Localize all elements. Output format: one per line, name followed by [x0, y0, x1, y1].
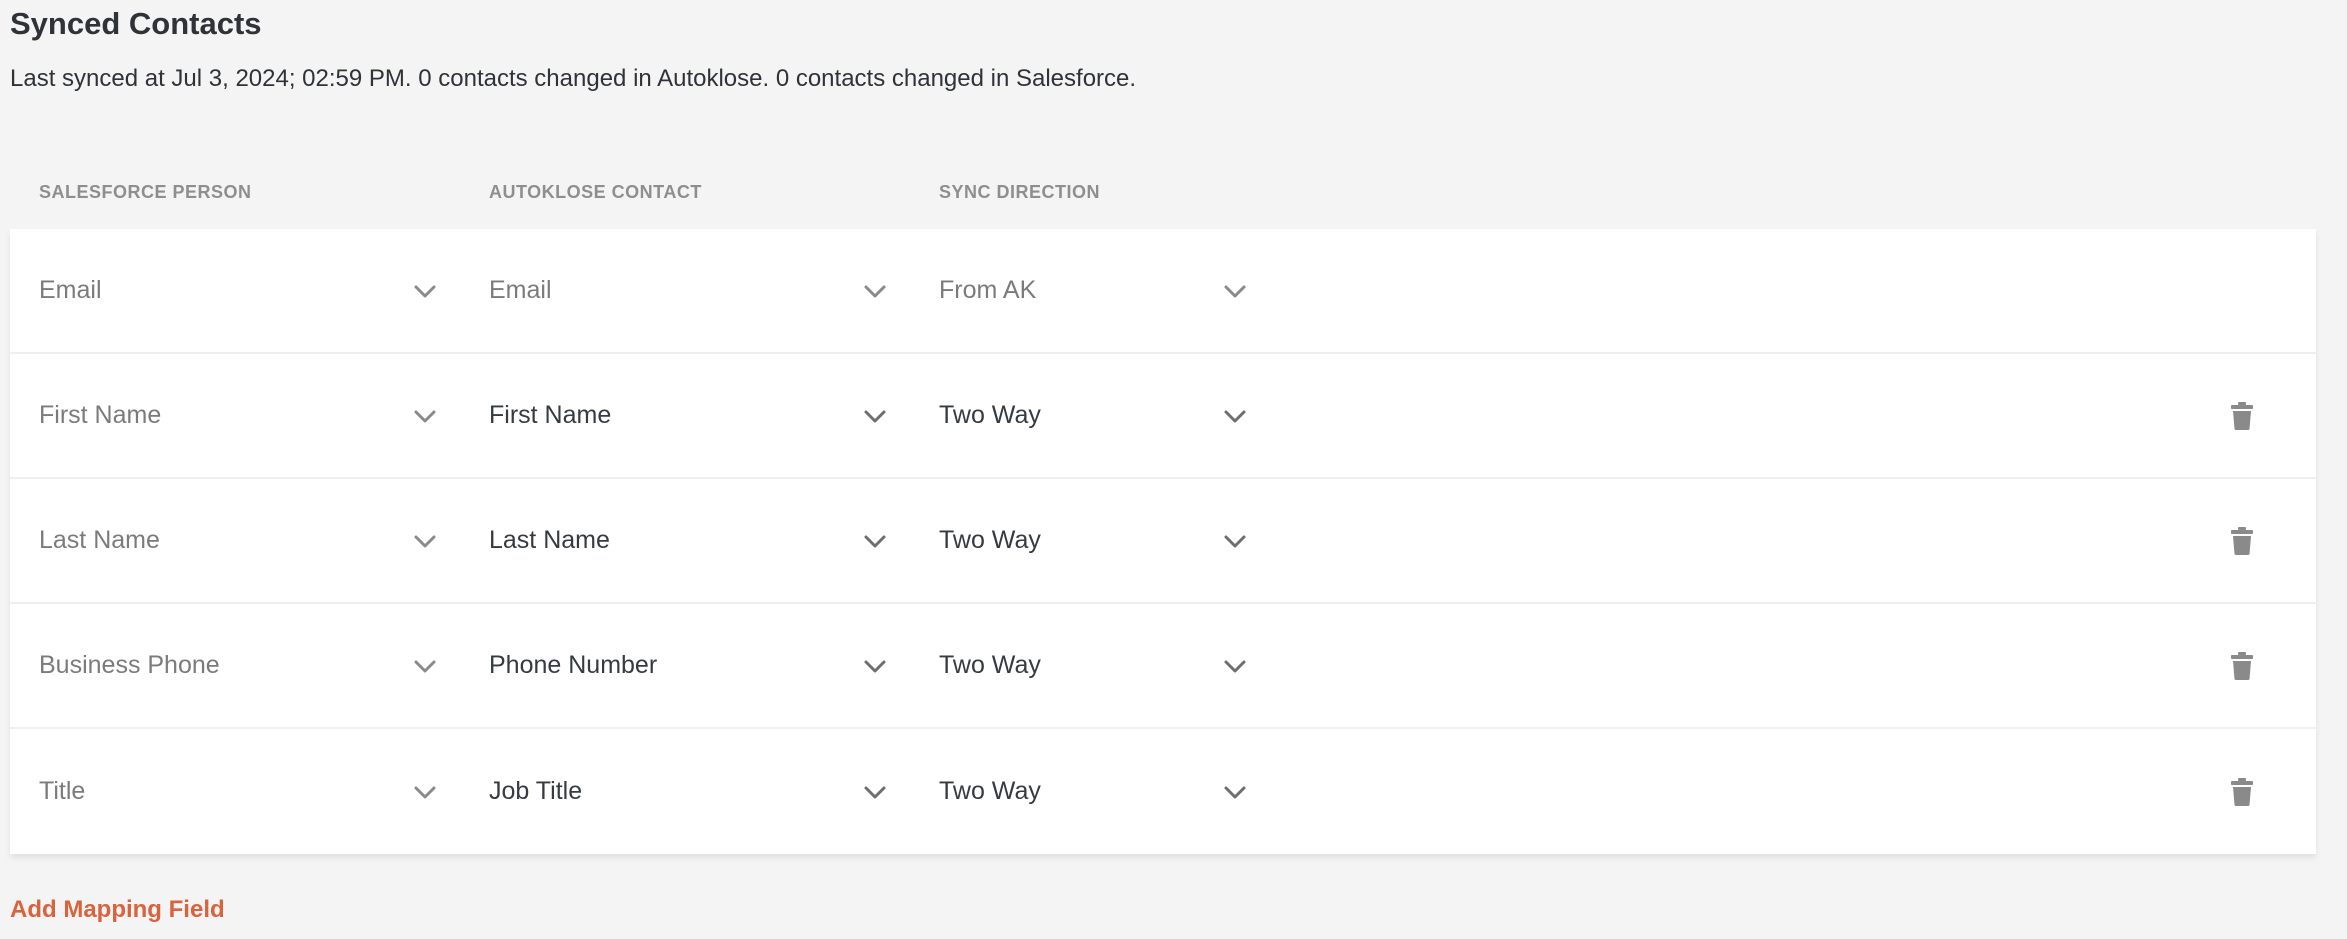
chevron-down-icon	[413, 279, 437, 303]
chevron-down-icon	[413, 780, 437, 804]
chevron-down-icon	[863, 780, 887, 804]
sync-direction-value: Two Way	[939, 651, 1041, 679]
chevron-down-icon	[1223, 780, 1247, 804]
trash-icon[interactable]	[2230, 651, 2254, 681]
synced-contacts-page: Synced Contacts Last synced at Jul 3, 20…	[0, 0, 2347, 939]
salesforce-field-select[interactable]: Title	[39, 729, 444, 854]
autoklose-field-value: Last Name	[489, 526, 610, 554]
sync-direction-select[interactable]: Two Way	[939, 604, 1254, 727]
chevron-down-icon	[863, 529, 887, 553]
autoklose-field-select[interactable]: Job Title	[489, 729, 894, 854]
chevron-down-icon	[413, 529, 437, 553]
autoklose-field-value: First Name	[489, 401, 612, 429]
trash-icon[interactable]	[2230, 401, 2254, 431]
trash-icon[interactable]	[2230, 526, 2254, 556]
mapping-row: Last Name Last Name Two Way	[10, 479, 2316, 604]
mapping-row: First Name First Name Two Way	[10, 354, 2316, 479]
sync-direction-value: Two Way	[939, 526, 1041, 554]
salesforce-field-select[interactable]: Email	[39, 229, 444, 352]
chevron-down-icon	[863, 279, 887, 303]
add-mapping-field-link[interactable]: Add Mapping Field	[10, 896, 225, 924]
autoklose-field-value: Job Title	[489, 777, 583, 805]
trash-icon[interactable]	[2230, 777, 2254, 807]
sync-direction-select[interactable]: Two Way	[939, 354, 1254, 477]
page-title: Synced Contacts	[10, 6, 262, 41]
chevron-down-icon	[413, 654, 437, 678]
sync-status-text: Last synced at Jul 3, 2024; 02:59 PM. 0 …	[10, 65, 1137, 92]
sync-direction-value: Two Way	[939, 401, 1041, 429]
salesforce-field-value: Business Phone	[39, 651, 220, 679]
column-header-salesforce-person: SALESFORCE PERSON	[39, 182, 252, 202]
sync-direction-value: Two Way	[939, 777, 1041, 805]
salesforce-field-select[interactable]: Last Name	[39, 479, 444, 602]
chevron-down-icon	[1223, 404, 1247, 428]
salesforce-field-select[interactable]: First Name	[39, 354, 444, 477]
autoklose-field-select[interactable]: Last Name	[489, 479, 894, 602]
autoklose-field-select[interactable]: Phone Number	[489, 604, 894, 727]
sync-direction-value: From AK	[939, 276, 1037, 304]
salesforce-field-value: Title	[39, 777, 86, 805]
salesforce-field-value: Email	[39, 276, 102, 304]
chevron-down-icon	[1223, 529, 1247, 553]
sync-direction-select[interactable]: Two Way	[939, 729, 1254, 854]
column-header-sync-direction: SYNC DIRECTION	[939, 182, 1101, 202]
mapping-row: Email Email From AK	[10, 229, 2316, 354]
sync-direction-select[interactable]: From AK	[939, 229, 1254, 352]
autoklose-field-select[interactable]: Email	[489, 229, 894, 352]
chevron-down-icon	[1223, 279, 1247, 303]
autoklose-field-select[interactable]: First Name	[489, 354, 894, 477]
mapping-table: Email Email From AK First Name First Nam…	[10, 229, 2316, 854]
column-header-autoklose-contact: AUTOKLOSE CONTACT	[489, 182, 702, 202]
chevron-down-icon	[863, 654, 887, 678]
salesforce-field-select[interactable]: Business Phone	[39, 604, 444, 727]
autoklose-field-value: Email	[489, 276, 552, 304]
mapping-row: Title Job Title Two Way	[10, 729, 2316, 854]
autoklose-field-value: Phone Number	[489, 651, 658, 679]
salesforce-field-value: First Name	[39, 401, 162, 429]
chevron-down-icon	[863, 404, 887, 428]
mapping-row: Business Phone Phone Number Two Way	[10, 604, 2316, 729]
salesforce-field-value: Last Name	[39, 526, 160, 554]
chevron-down-icon	[413, 404, 437, 428]
sync-direction-select[interactable]: Two Way	[939, 479, 1254, 602]
chevron-down-icon	[1223, 654, 1247, 678]
